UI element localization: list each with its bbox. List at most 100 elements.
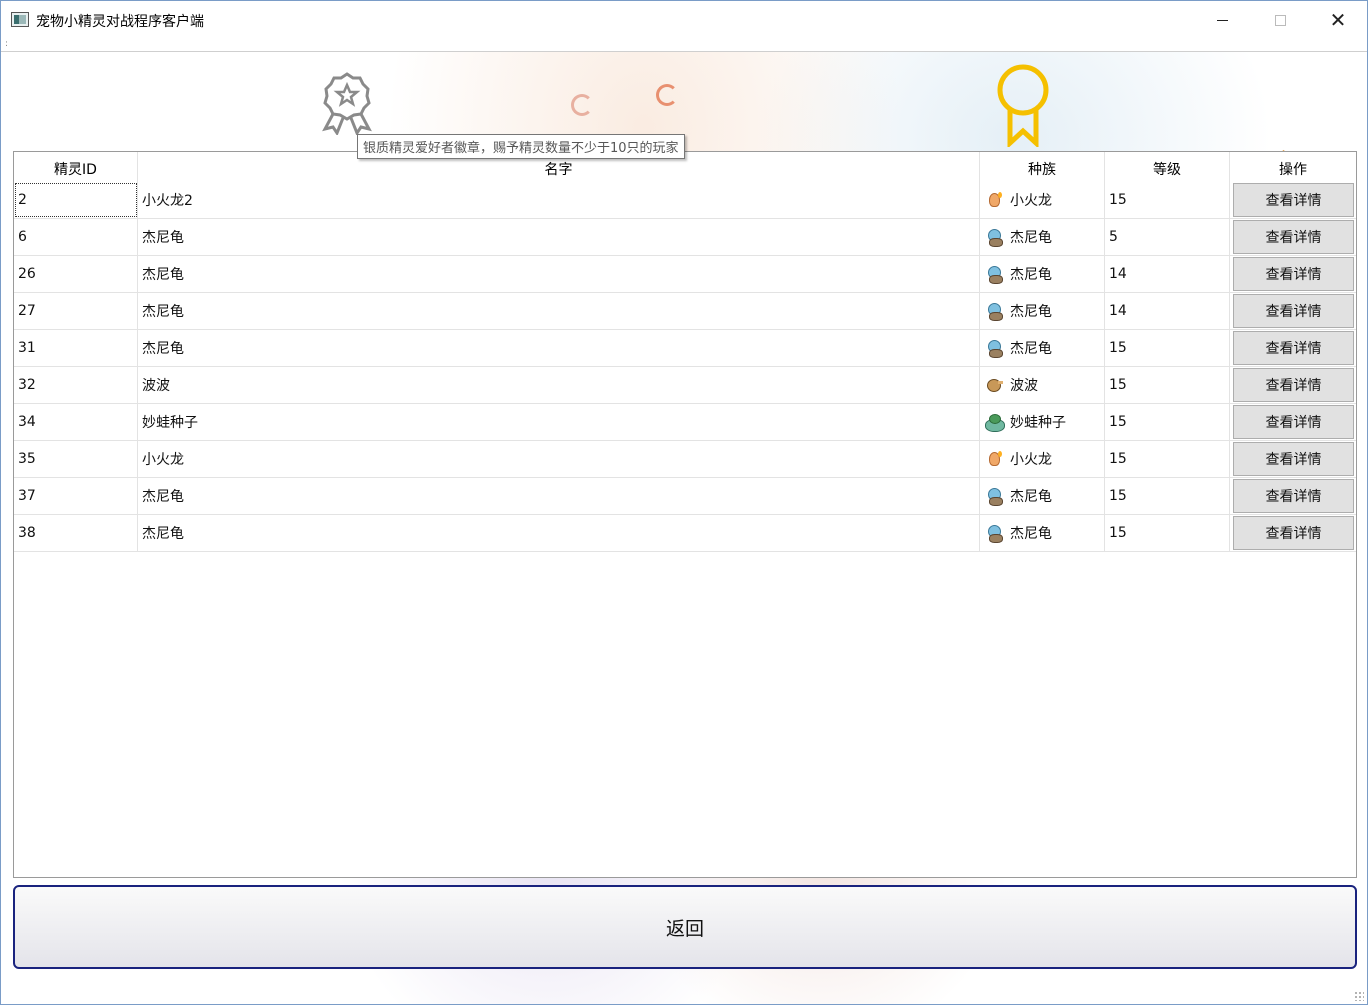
cell-race[interactable]: 妙蛙种子 (980, 404, 1105, 440)
race-label: 小火龙 (1010, 452, 1052, 468)
column-header-id[interactable]: 精灵ID (14, 152, 138, 182)
squirtle-icon (984, 264, 1004, 284)
cell-level[interactable]: 15 (1105, 478, 1230, 514)
cell-id[interactable]: 37 (14, 478, 138, 514)
cell-name[interactable]: 小火龙2 (138, 182, 980, 218)
view-details-button[interactable]: 查看详情 (1233, 368, 1354, 402)
charmander-icon (984, 449, 1004, 469)
view-details-button[interactable]: 查看详情 (1233, 257, 1354, 291)
cell-race[interactable]: 小火龙 (980, 441, 1105, 477)
cell-level[interactable]: 14 (1105, 256, 1230, 292)
cell-race[interactable]: 杰尼龟 (980, 256, 1105, 292)
cell-name[interactable]: 小火龙 (138, 441, 980, 477)
cell-level[interactable]: 15 (1105, 367, 1230, 403)
cell-operation: 查看详情 (1230, 515, 1356, 551)
maximize-icon (1274, 14, 1286, 26)
squirtle-icon (984, 227, 1004, 247)
cell-id[interactable]: 27 (14, 293, 138, 329)
cell-name[interactable]: 杰尼龟 (138, 219, 980, 255)
cell-id[interactable]: 35 (14, 441, 138, 477)
column-header-level[interactable]: 等级 (1105, 152, 1230, 182)
table-row[interactable]: 31 杰尼龟 杰尼龟 15 查看详情 (14, 330, 1356, 367)
cell-level[interactable]: 5 (1105, 219, 1230, 255)
cell-name[interactable]: 杰尼龟 (138, 256, 980, 292)
table-row[interactable]: 34 妙蛙种子 妙蛙种子 15 查看详情 (14, 404, 1356, 441)
race-label: 杰尼龟 (1010, 526, 1052, 542)
squirtle-icon (984, 301, 1004, 321)
view-details-button[interactable]: 查看详情 (1233, 220, 1354, 254)
cell-level[interactable]: 15 (1105, 515, 1230, 551)
table-row[interactable]: 26 杰尼龟 杰尼龟 14 查看详情 (14, 256, 1356, 293)
app-icon (11, 12, 29, 27)
cell-name[interactable]: 波波 (138, 367, 980, 403)
cell-race[interactable]: 杰尼龟 (980, 478, 1105, 514)
race-label: 杰尼龟 (1010, 489, 1052, 505)
cell-id[interactable]: 31 (14, 330, 138, 366)
table-row[interactable]: 32 波波 波波 15 查看详情 (14, 367, 1356, 404)
cell-name[interactable]: 杰尼龟 (138, 515, 980, 551)
cell-race[interactable]: 杰尼龟 (980, 515, 1105, 551)
badge-tooltip: 银质精灵爱好者徽章，赐予精灵数量不少于10只的玩家 (357, 134, 685, 159)
title-divider (1, 51, 1367, 52)
cell-level[interactable]: 14 (1105, 293, 1230, 329)
maximize-button[interactable] (1251, 1, 1309, 39)
cell-id[interactable]: 32 (14, 367, 138, 403)
table-row[interactable]: 27 杰尼龟 杰尼龟 14 查看详情 (14, 293, 1356, 330)
squirtle-icon (984, 338, 1004, 358)
cell-id[interactable]: 26 (14, 256, 138, 292)
cell-operation: 查看详情 (1230, 256, 1356, 292)
minimize-button[interactable] (1193, 1, 1251, 39)
cell-operation: 查看详情 (1230, 182, 1356, 218)
swirl-decoration (571, 94, 593, 116)
minimize-icon (1216, 19, 1228, 21)
race-label: 波波 (1010, 378, 1038, 394)
table-row[interactable]: 35 小火龙 小火龙 15 查看详情 (14, 441, 1356, 478)
cell-race[interactable]: 杰尼龟 (980, 293, 1105, 329)
view-details-button[interactable]: 查看详情 (1233, 479, 1354, 513)
silver-badge-icon[interactable] (317, 71, 377, 135)
bulbasaur-icon (984, 412, 1005, 432)
cell-race[interactable]: 杰尼龟 (980, 219, 1105, 255)
cell-operation: 查看详情 (1230, 478, 1356, 514)
pidgey-icon (984, 375, 1004, 395)
cell-name[interactable]: 妙蛙种子 (138, 404, 980, 440)
swirl-decoration (656, 84, 678, 106)
gold-badge-icon[interactable] (993, 63, 1053, 147)
title-bar: 宠物小精灵对战程序客户端 ✕ (1, 1, 1367, 39)
resize-grip[interactable] (1354, 991, 1364, 1001)
view-details-button[interactable]: 查看详情 (1233, 442, 1354, 476)
cell-race[interactable]: 波波 (980, 367, 1105, 403)
column-header-operation[interactable]: 操作 (1230, 152, 1356, 182)
cell-id[interactable]: 6 (14, 219, 138, 255)
race-label: 小火龙 (1010, 193, 1052, 209)
table-row[interactable]: 6 杰尼龟 杰尼龟 5 查看详情 (14, 219, 1356, 256)
cell-level[interactable]: 15 (1105, 404, 1230, 440)
cell-id[interactable]: 38 (14, 515, 138, 551)
table-row[interactable]: 38 杰尼龟 杰尼龟 15 查看详情 (14, 515, 1356, 552)
table-row[interactable]: 37 杰尼龟 杰尼龟 15 查看详情 (14, 478, 1356, 515)
view-details-button[interactable]: 查看详情 (1233, 331, 1354, 365)
close-icon: ✕ (1329, 8, 1347, 32)
cell-level[interactable]: 15 (1105, 441, 1230, 477)
cell-name[interactable]: 杰尼龟 (138, 330, 980, 366)
close-button[interactable]: ✕ (1309, 1, 1367, 39)
cell-id[interactable]: 2 (14, 182, 138, 218)
view-details-button[interactable]: 查看详情 (1233, 294, 1354, 328)
cell-race[interactable]: 小火龙 (980, 182, 1105, 218)
cell-level[interactable]: 15 (1105, 330, 1230, 366)
view-details-button[interactable]: 查看详情 (1233, 516, 1354, 550)
cell-race[interactable]: 杰尼龟 (980, 330, 1105, 366)
column-header-race[interactable]: 种族 (980, 152, 1105, 182)
return-button[interactable]: 返回 (13, 885, 1357, 969)
table-row[interactable]: 2 小火龙2 小火龙 15 查看详情 (14, 182, 1356, 219)
cell-operation: 查看详情 (1230, 293, 1356, 329)
cell-level[interactable]: 15 (1105, 182, 1230, 218)
cell-operation: 查看详情 (1230, 404, 1356, 440)
cell-name[interactable]: 杰尼龟 (138, 478, 980, 514)
cell-id[interactable]: 34 (14, 404, 138, 440)
cell-name[interactable]: 杰尼龟 (138, 293, 980, 329)
charmander-icon (984, 190, 1004, 210)
table-body: 2 小火龙2 小火龙 15 查看详情 6 杰尼龟 杰尼龟 5 查看详情 26 杰尼龟 杰尼龟 14 查看详情… (14, 182, 1356, 552)
view-details-button[interactable]: 查看详情 (1233, 405, 1354, 439)
view-details-button[interactable]: 查看详情 (1233, 183, 1354, 217)
